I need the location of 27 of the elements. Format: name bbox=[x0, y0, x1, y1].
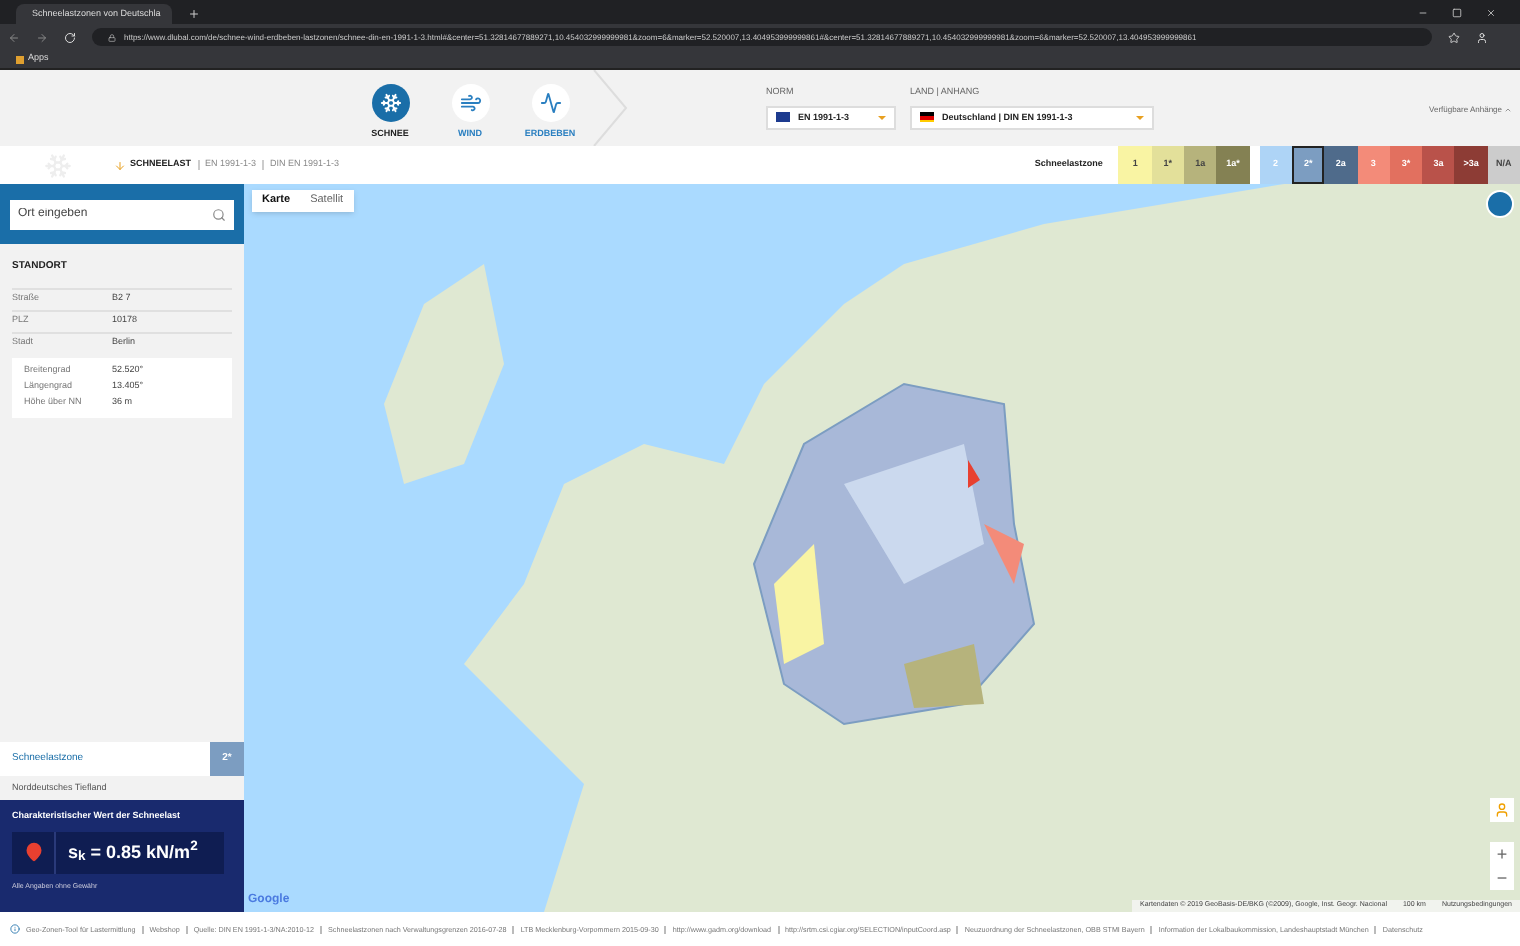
pegman-icon bbox=[1494, 802, 1510, 818]
maximize-icon[interactable] bbox=[1452, 8, 1462, 18]
new-tab-icon[interactable] bbox=[188, 8, 200, 20]
zoom-button[interactable]: + bbox=[1490, 842, 1514, 866]
zoom-button[interactable]: − bbox=[1490, 866, 1514, 890]
down-arrow-icon bbox=[114, 159, 126, 171]
dropdown-caret-icon bbox=[1136, 115, 1144, 120]
location-pin-icon bbox=[23, 842, 43, 863]
search-icon[interactable] bbox=[212, 207, 226, 221]
snowflake-icon bbox=[379, 91, 401, 114]
star-icon[interactable] bbox=[1448, 31, 1460, 43]
back-icon[interactable] bbox=[8, 31, 20, 43]
wind-icon bbox=[459, 91, 481, 114]
reload-icon[interactable] bbox=[64, 31, 76, 43]
address-field[interactable] bbox=[92, 28, 1432, 46]
profile-icon[interactable] bbox=[1476, 31, 1488, 43]
info-icon bbox=[10, 924, 20, 934]
eu-flag-icon bbox=[776, 112, 790, 123]
lock-icon bbox=[108, 33, 116, 41]
snow-load-value: s$_{k}$ = 0.85 kN/m$^{2}$ bbox=[68, 839, 198, 866]
german-flag-icon bbox=[920, 112, 934, 123]
seismic-icon bbox=[539, 91, 561, 114]
apps-icon bbox=[16, 55, 24, 63]
minimize-icon[interactable] bbox=[1418, 8, 1428, 18]
map-marker bbox=[968, 460, 980, 488]
header-chevron-divider bbox=[590, 70, 630, 146]
dropdown-caret-icon bbox=[878, 115, 886, 120]
